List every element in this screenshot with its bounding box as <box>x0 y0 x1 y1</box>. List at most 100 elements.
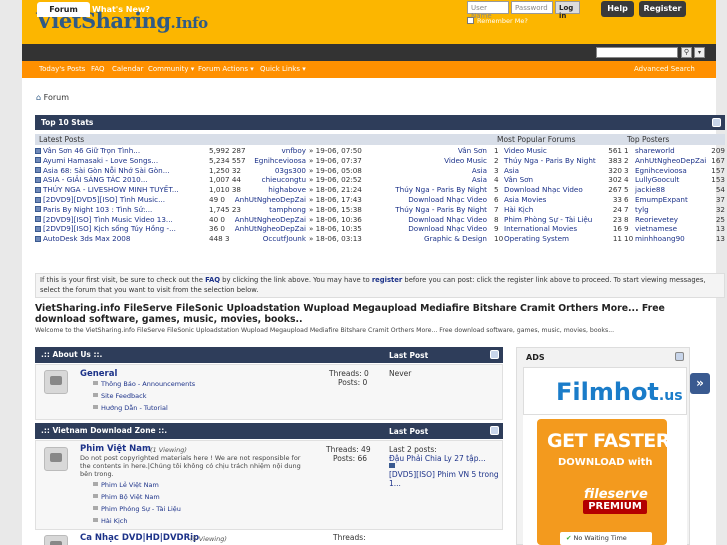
poster-rank: 10 <box>624 234 634 244</box>
search-options-icon[interactable]: ▾ <box>694 47 705 58</box>
password-input[interactable]: Password <box>511 1 553 14</box>
popular-forum-link[interactable]: Download Nhạc Video <box>504 185 583 195</box>
poster-rank: 4 <box>624 175 629 185</box>
post-author[interactable]: highabove <box>268 185 306 195</box>
subforum-announcements[interactable]: Thông Báo - Announcements <box>93 380 195 388</box>
latest-post-link[interactable]: Vân Sơn 46 Giữ Trọn Tình... <box>35 146 205 156</box>
top-poster-link[interactable]: EmumpExpant <box>635 195 688 205</box>
register-button[interactable]: Register <box>639 1 686 17</box>
post-time: » 19-06, 05:08 <box>309 165 362 175</box>
home-icon[interactable]: ⌂ <box>36 93 41 102</box>
login-button[interactable]: Log in <box>555 1 580 20</box>
subnav-community[interactable]: Community ▾ <box>148 61 194 78</box>
forum-ca-nhac-link[interactable]: Ca Nhạc DVD|HD|DVDRip <box>80 533 199 543</box>
popular-forum-link[interactable]: Phim Phòng Sự - Tài Liệu <box>504 215 592 225</box>
popular-forum-link[interactable]: Asia <box>504 166 519 176</box>
search-icon[interactable]: ⚲ <box>681 47 692 58</box>
top-poster-link[interactable]: jackie88 <box>635 185 665 195</box>
collapse-icon[interactable] <box>490 426 499 435</box>
post-author[interactable]: AnhUtNgheoDepZai <box>235 224 306 234</box>
post-author[interactable]: Egnihcevioosa <box>254 156 306 166</box>
subnav-forum-actions[interactable]: Forum Actions ▾ <box>198 61 254 78</box>
help-button[interactable]: Help <box>601 1 634 17</box>
subnav-todays-posts[interactable]: Today's Posts <box>39 61 85 78</box>
tab-whats-new[interactable]: What's New? <box>92 2 150 17</box>
last-post-1-link[interactable]: Đậu Phải Chia Ly 27 tập... <box>389 454 486 463</box>
post-author[interactable]: tamphong <box>269 205 306 215</box>
latest-post-link[interactable]: Asia 68: Sài Gòn Nỗi Nhớ Sài Gòn... <box>35 166 205 176</box>
post-forum[interactable]: Graphic & Design <box>424 234 487 244</box>
forum-general-link[interactable]: General <box>80 369 117 379</box>
top-poster-link[interactable]: tylg <box>635 205 649 215</box>
remember-checkbox[interactable] <box>467 17 474 24</box>
subforum-site-feedback[interactable]: Site Feedback <box>93 392 147 400</box>
collapse-icon[interactable] <box>490 350 499 359</box>
post-author[interactable]: OccutfJounk <box>263 234 306 244</box>
vn-posts: Posts: 66 <box>333 454 368 463</box>
last-post-2-link[interactable]: [DVD5][ISO] Phim VN 5 trong 1... <box>389 470 499 488</box>
subforum-phim-bo[interactable]: Phim Bộ Việt Nam <box>93 493 160 501</box>
popular-forum-link[interactable]: International Movies <box>504 224 577 234</box>
post-author[interactable]: 03gs300 <box>275 166 306 176</box>
collapse-icon[interactable] <box>712 118 721 127</box>
latest-post-link[interactable]: [2DVD9][ISO] Tình Music Video 13... <box>35 215 205 225</box>
stats-row: [2DVD9][ISO] Kịch sống Túy Hồng -... 36 0… <box>35 224 725 234</box>
faq-link[interactable]: FAQ <box>205 276 220 284</box>
search-input[interactable] <box>596 47 678 58</box>
subforum-hai-kich[interactable]: Hài Kịch <box>93 517 128 525</box>
post-forum[interactable]: Video Music <box>444 156 487 166</box>
no-waiting-banner: ✔ No Waiting Time <box>560 532 652 545</box>
go-post-icon[interactable] <box>389 463 395 468</box>
top-poster-link[interactable]: shareworld <box>635 146 675 156</box>
post-forum[interactable]: Download Nhạc Video <box>408 195 487 205</box>
latest-post-link[interactable]: [2DVD9][DVD5][ISO] Tình Music... <box>35 195 205 205</box>
post-forum[interactable]: Asia <box>472 166 487 176</box>
popular-forum-link[interactable]: Asia Movies <box>504 195 546 205</box>
latest-post-link[interactable]: [2DVD9][ISO] Kịch sống Túy Hồng -... <box>35 224 205 234</box>
latest-post-link[interactable]: AutoDesk 3ds Max 2008 <box>35 234 205 244</box>
collapse-icon[interactable] <box>675 352 684 361</box>
post-author[interactable]: AnhUtNgheoDepZai <box>235 215 306 225</box>
subforum-phong-su[interactable]: Phim Phóng Sự - Tài Liệu <box>93 505 181 513</box>
expand-arrow-icon[interactable]: » <box>690 373 710 394</box>
register-link[interactable]: register <box>372 276 402 284</box>
latest-post-link[interactable]: Paris By Night 103 : Tình Sử:... <box>35 205 205 215</box>
post-forum[interactable]: Thúy Nga - Paris By Night <box>395 205 487 215</box>
post-forum[interactable]: Download Nhạc Video <box>408 215 487 225</box>
popular-forum-link[interactable]: Video Music <box>504 146 547 156</box>
top-poster-link[interactable]: vietnamese <box>635 224 677 234</box>
breadcrumb[interactable]: ⌂ Forum <box>36 93 69 102</box>
popular-forum-link[interactable]: Hài Kịch <box>504 205 533 215</box>
subnav-quick-links[interactable]: Quick Links ▾ <box>260 61 306 78</box>
post-forum[interactable]: Download Nhạc Video <box>408 224 487 234</box>
popular-forum-link[interactable]: Thúy Nga - Paris By Night <box>504 156 596 166</box>
subforum-phim-le[interactable]: Phim Lẻ Việt Nam <box>93 481 159 489</box>
username-input[interactable]: User Name <box>467 1 509 20</box>
tab-forum[interactable]: Forum <box>37 2 90 17</box>
subforum-tutorial[interactable]: Hướng Dẫn - Tutorial <box>93 404 168 412</box>
post-forum[interactable]: Vân Sơn <box>458 146 487 156</box>
post-author[interactable]: vnfboy <box>281 146 306 156</box>
post-author[interactable]: AnhUtNgheoDepZai <box>235 195 306 205</box>
poster-rank: 7 <box>624 204 629 214</box>
top-poster-link[interactable]: LullyGoocult <box>635 175 679 185</box>
latest-post-link[interactable]: Ayumi Hamasaki - Love Songs... <box>35 156 205 166</box>
advanced-search-link[interactable]: Advanced Search <box>634 61 695 78</box>
filmhot-logo[interactable]: Filmhot.us <box>556 378 683 406</box>
post-forum[interactable]: Thúy Nga - Paris By Night <box>395 185 487 195</box>
forum-description: Do not post copyrighted materials here !… <box>80 454 301 478</box>
subnav-calendar[interactable]: Calendar <box>112 61 143 78</box>
top-poster-link[interactable]: Egnihcevioosa <box>635 166 687 176</box>
post-forum[interactable]: Asia <box>472 175 487 185</box>
forum-rank: 10 <box>494 234 504 244</box>
top-poster-link[interactable]: AnhUtNgheoDepZai <box>635 156 706 166</box>
subnav-faq[interactable]: FAQ <box>91 61 105 78</box>
top-poster-link[interactable]: minhhoang90 <box>635 234 685 244</box>
top-poster-link[interactable]: Reorievetey <box>635 215 678 225</box>
latest-post-link[interactable]: ASIA - GIẢI SÁNG TÁC 2010... <box>35 175 205 185</box>
popular-forum-link[interactable]: Vân Sơn <box>504 175 533 185</box>
forum-phim-viet-nam-link[interactable]: Phim Việt Nam <box>80 444 151 454</box>
popular-forum-link[interactable]: Operating System <box>504 234 569 244</box>
post-author[interactable]: chieucongtu <box>262 175 306 185</box>
latest-post-link[interactable]: THÚY NGA - LIVESHOW MINH TUYẾT... <box>35 185 205 195</box>
